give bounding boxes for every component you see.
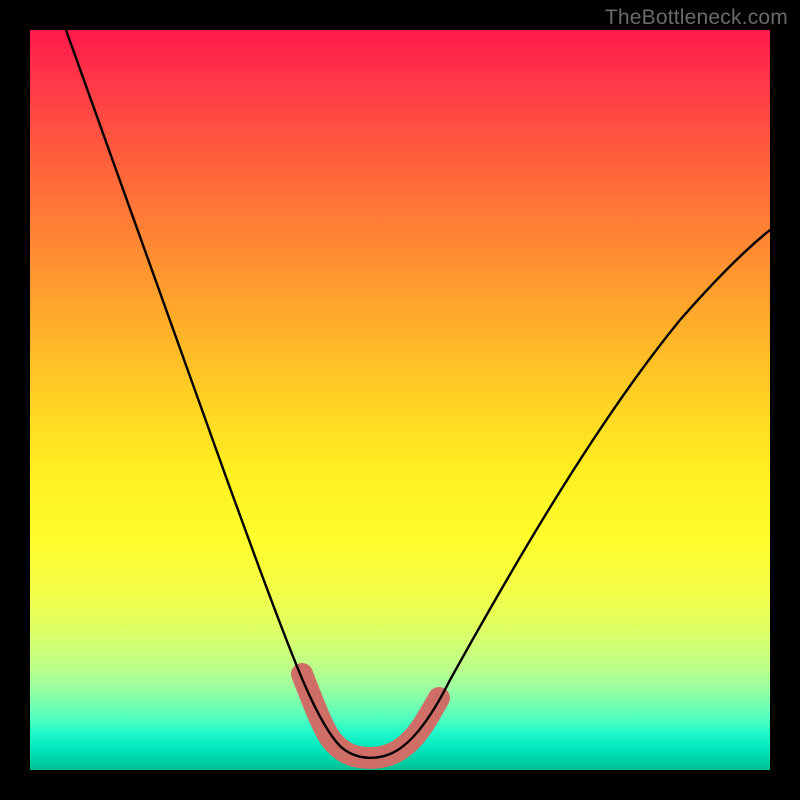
chart-plot-area: [30, 30, 770, 770]
watermark-text: TheBottleneck.com: [605, 6, 788, 30]
bottleneck-curve-path: [66, 30, 770, 758]
chart-svg: [30, 30, 770, 770]
highlighted-minimum-segment: [302, 674, 439, 758]
